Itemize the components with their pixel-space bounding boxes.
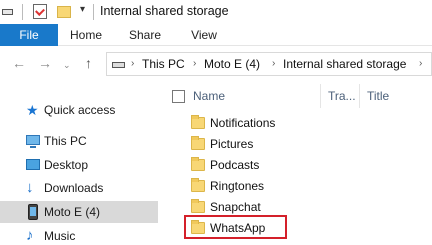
back-arrow-icon[interactable]: ← bbox=[12, 56, 26, 70]
phone-icon bbox=[28, 204, 38, 220]
list-item[interactable]: Podcasts bbox=[184, 155, 432, 176]
file-name: Podcasts bbox=[210, 158, 260, 172]
sidebar-item-label: Desktop bbox=[44, 158, 89, 172]
breadcrumb-separator-icon[interactable]: › bbox=[193, 58, 196, 69]
column-header-name[interactable]: Name bbox=[193, 89, 225, 103]
folder-icon bbox=[191, 199, 205, 213]
sidebar-item-downloads[interactable]: ↓ Downloads bbox=[0, 177, 158, 199]
breadcrumb-separator-icon[interactable]: › bbox=[272, 58, 275, 69]
folder-icon bbox=[191, 136, 205, 150]
desktop-icon bbox=[26, 159, 40, 170]
music-note-icon: ♪ bbox=[26, 227, 34, 244]
navigation-pane: ★ Quick access This PC Desktop ↓ Downloa… bbox=[0, 82, 158, 245]
sidebar-item-label: Music bbox=[44, 229, 76, 243]
tab-share[interactable]: Share bbox=[125, 24, 165, 46]
breadcrumb-internal-storage[interactable]: Internal shared storage bbox=[283, 57, 406, 71]
customize-toolbar-dropdown-icon[interactable]: ▾ bbox=[80, 4, 85, 15]
toolbar-divider bbox=[93, 4, 94, 20]
folder-icon bbox=[191, 178, 205, 192]
highlight-box bbox=[184, 215, 287, 239]
ribbon-tabs: File Home Share View bbox=[0, 24, 432, 46]
sidebar-item-label: Quick access bbox=[44, 103, 116, 117]
drive-icon bbox=[112, 62, 125, 68]
drive-icon[interactable] bbox=[2, 9, 13, 15]
breadcrumb-this-pc[interactable]: This PC bbox=[142, 57, 185, 71]
navigation-bar: ← → ⌄ ↑ › This PC › Moto E (4) › Interna… bbox=[0, 46, 432, 82]
list-item[interactable]: Ringtones bbox=[184, 176, 432, 197]
breadcrumb-separator-icon[interactable]: › bbox=[419, 58, 422, 69]
breadcrumb-moto-e[interactable]: Moto E (4) bbox=[204, 57, 260, 71]
recent-locations-chevron-icon[interactable]: ⌄ bbox=[63, 58, 71, 72]
window-title: Internal shared storage bbox=[100, 4, 229, 18]
sidebar-item-quick-access[interactable]: ★ Quick access bbox=[0, 99, 158, 121]
properties-icon[interactable] bbox=[33, 4, 47, 19]
sidebar-item-desktop[interactable]: Desktop bbox=[0, 154, 158, 176]
list-item[interactable]: Pictures bbox=[184, 134, 432, 155]
toolbar-divider bbox=[22, 4, 23, 20]
tab-home[interactable]: Home bbox=[64, 24, 108, 46]
column-header-type[interactable]: Tra... bbox=[328, 89, 356, 103]
select-all-checkbox[interactable] bbox=[172, 90, 185, 103]
folder-icon bbox=[191, 115, 205, 129]
sidebar-item-label: Moto E (4) bbox=[44, 205, 101, 219]
sidebar-item-this-pc[interactable]: This PC bbox=[0, 130, 158, 152]
sidebar-item-moto-e[interactable]: Moto E (4) bbox=[0, 201, 158, 223]
title-bar: ▾ Internal shared storage bbox=[0, 0, 432, 24]
file-name: Pictures bbox=[210, 137, 254, 151]
column-divider[interactable] bbox=[359, 84, 360, 108]
up-arrow-icon[interactable]: ↑ bbox=[85, 56, 92, 70]
download-arrow-icon: ↓ bbox=[26, 179, 34, 196]
file-name: Notifications bbox=[210, 116, 276, 130]
breadcrumb-separator-icon[interactable]: › bbox=[131, 58, 134, 69]
column-divider[interactable] bbox=[320, 84, 321, 108]
list-item[interactable]: Notifications bbox=[184, 113, 432, 134]
forward-arrow-icon[interactable]: → bbox=[38, 56, 52, 70]
new-folder-icon[interactable] bbox=[57, 6, 71, 18]
computer-icon bbox=[26, 135, 40, 148]
tab-view[interactable]: View bbox=[186, 24, 222, 46]
address-bar[interactable]: › This PC › Moto E (4) › Internal shared… bbox=[106, 52, 432, 76]
column-header-title[interactable]: Title bbox=[367, 89, 389, 103]
sidebar-item-music[interactable]: ♪ Music bbox=[0, 225, 158, 245]
file-list: Name Tra... Title Notifications Pictures… bbox=[158, 82, 432, 245]
sidebar-item-label: Downloads bbox=[44, 181, 104, 195]
sidebar-item-label: This PC bbox=[44, 134, 87, 148]
file-name: Snapchat bbox=[210, 200, 261, 214]
tab-file[interactable]: File bbox=[0, 24, 58, 46]
star-icon: ★ bbox=[26, 102, 39, 118]
folder-icon bbox=[191, 157, 205, 171]
file-name: Ringtones bbox=[210, 179, 265, 193]
